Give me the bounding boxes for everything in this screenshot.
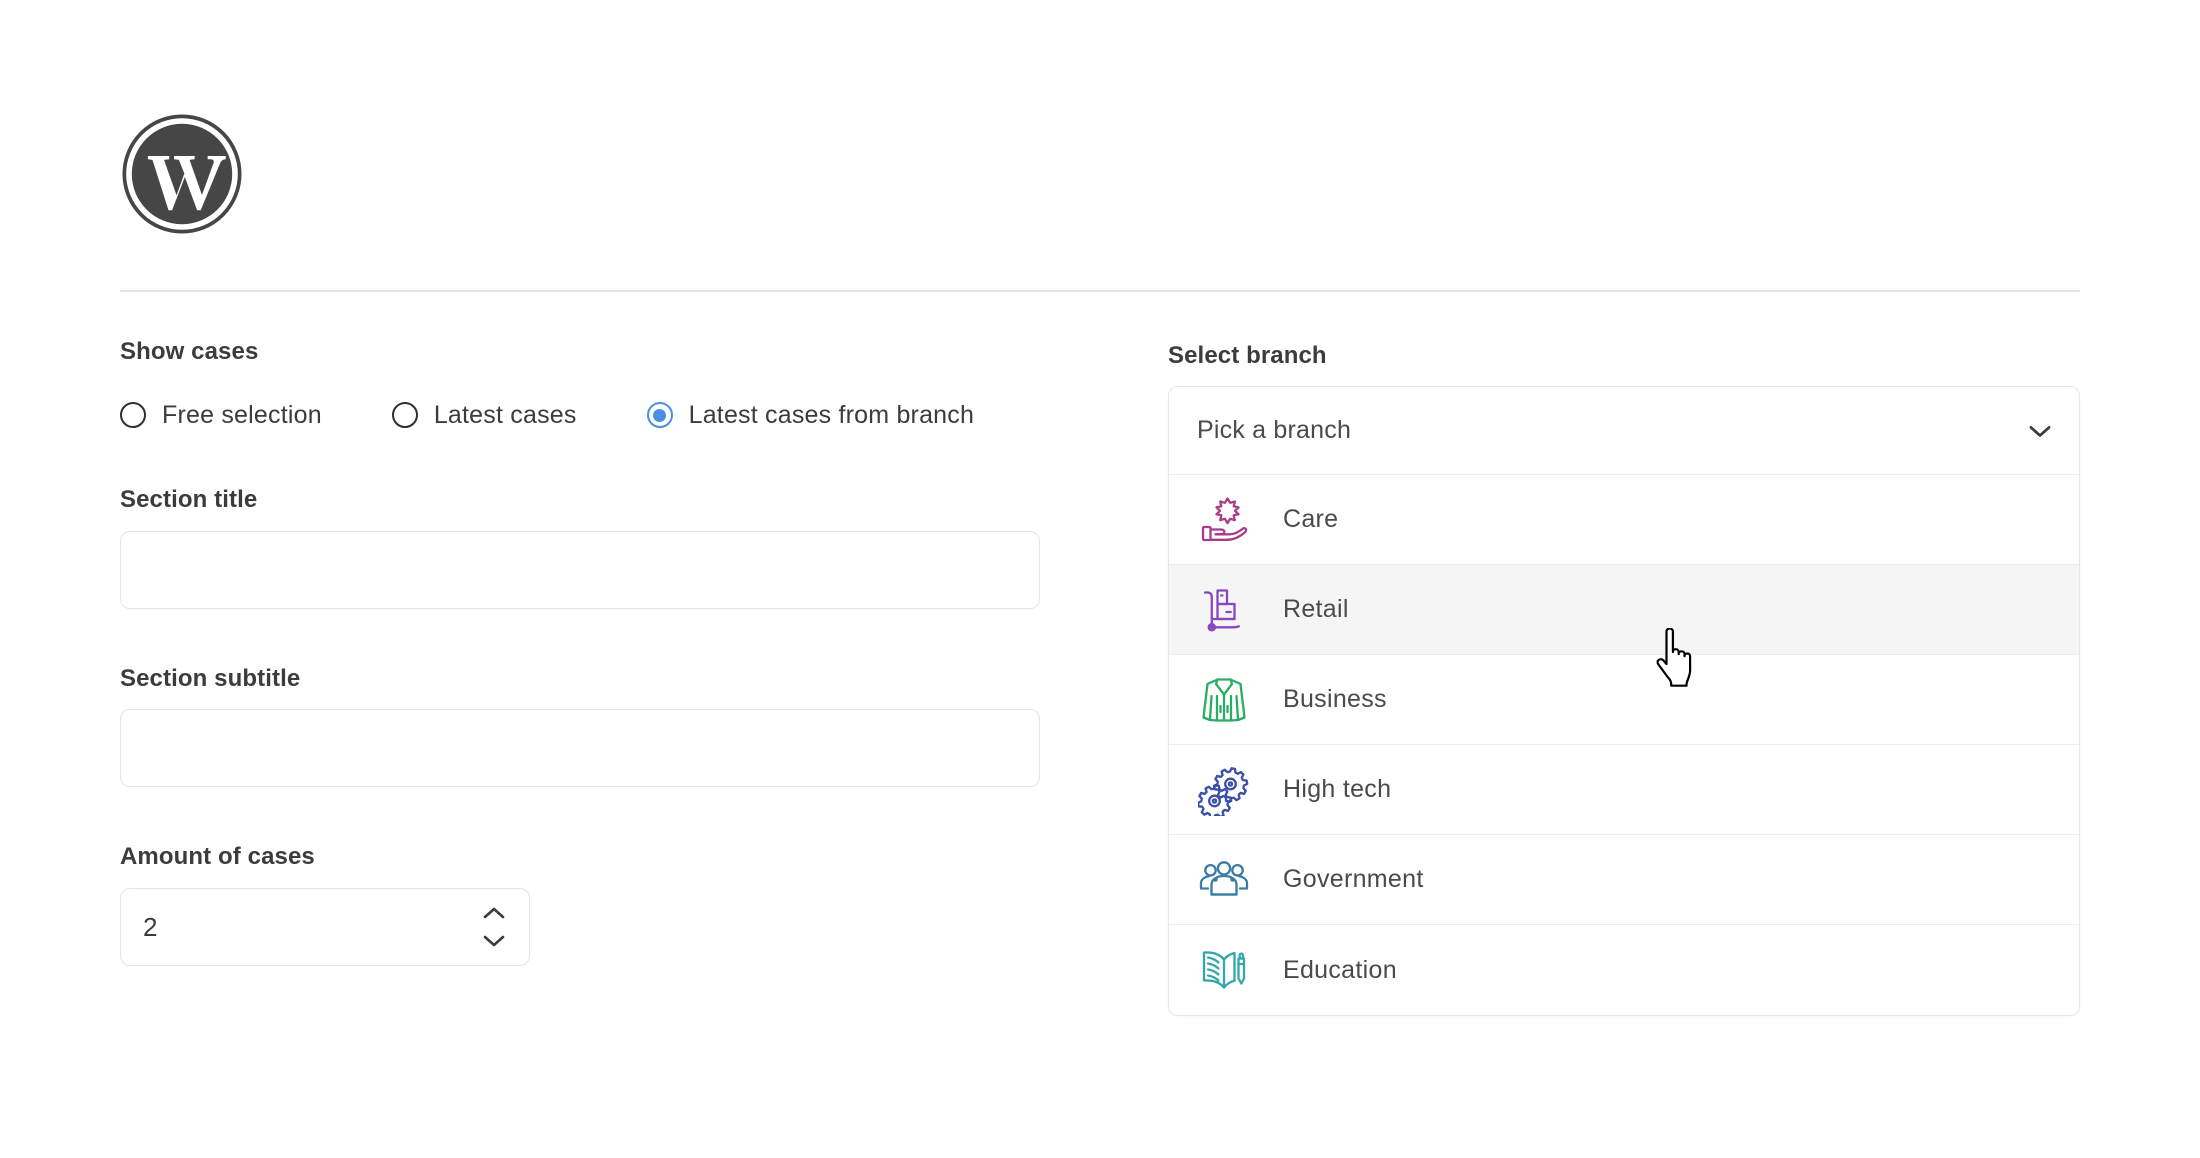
branch-option-label: High tech: [1283, 775, 1392, 803]
section-subtitle-input[interactable]: [120, 709, 1040, 788]
radio-label-free-selection: Free selection: [162, 400, 322, 429]
radio-mark-latest-cases-from-branch[interactable]: [646, 402, 673, 429]
radio-latest-cases[interactable]: Latest cases: [391, 400, 577, 430]
branch-select-placeholder: Pick a branch: [1197, 416, 1352, 444]
chevron-up-icon: [483, 907, 505, 919]
branch-select-panel: Pick a branch Care Retail Business High …: [1168, 386, 2080, 1016]
radio-label-latest-cases-from-branch: Latest cases from branch: [688, 400, 975, 429]
people-group-icon: [1197, 853, 1251, 907]
branch-option-label: Business: [1283, 685, 1387, 713]
section-title-input[interactable]: [120, 530, 1040, 609]
branch-option-high-tech[interactable]: High tech: [1169, 745, 2079, 835]
branch-select-trigger[interactable]: Pick a branch: [1169, 387, 2079, 475]
chevron-down-icon: [2029, 425, 2051, 437]
branch-option-label: Care: [1283, 505, 1339, 533]
branch-option-government[interactable]: Government: [1169, 835, 2079, 925]
radio-mark-latest-cases[interactable]: [391, 402, 418, 429]
book-pencil-icon: [1197, 943, 1251, 997]
branch-option-care[interactable]: Care: [1169, 475, 2079, 565]
hand-medical-star-icon: [1197, 493, 1251, 547]
show-cases-label: Show cases: [120, 338, 259, 365]
branch-option-education[interactable]: Education: [1169, 925, 2079, 1015]
show-cases-radio-group: Free selection Latest cases Latest cases…: [120, 401, 1050, 430]
branch-option-label: Government: [1283, 865, 1424, 893]
section-subtitle-field: Section subtitle: [120, 665, 1050, 788]
chevron-down-icon: [483, 935, 505, 947]
section-subtitle-label: Section subtitle: [120, 664, 301, 692]
right-settings-column: Select branch Pick a branch Care Retail …: [1168, 342, 2080, 1016]
left-settings-column: Show cases Free selection Latest cases L…: [120, 338, 1050, 967]
branch-option-label: Education: [1283, 955, 1397, 984]
radio-mark-free-selection[interactable]: [120, 402, 146, 429]
radio-free-selection[interactable]: Free selection: [120, 401, 322, 430]
section-title-label: Section title: [120, 485, 258, 513]
radio-latest-cases-from-branch[interactable]: Latest cases from branch: [646, 400, 975, 430]
page-root: Show cases Free selection Latest cases L…: [0, 0, 2200, 1158]
select-branch-label: Select branch: [1168, 342, 1327, 369]
amount-of-cases-input[interactable]: [121, 889, 529, 966]
header-divider: [120, 290, 2080, 292]
section-title-field: Section title: [120, 486, 1050, 609]
gears-icon: [1197, 763, 1251, 817]
amount-of-cases-label: Amount of cases: [120, 843, 315, 871]
amount-of-cases-stepper[interactable]: [120, 888, 530, 967]
branch-option-business[interactable]: Business: [1169, 655, 2079, 745]
radio-label-latest-cases: Latest cases: [433, 400, 577, 429]
hand-truck-icon: [1197, 583, 1251, 637]
amount-of-cases-field: Amount of cases: [120, 843, 1050, 967]
suit-jacket-icon: [1197, 673, 1251, 727]
branch-option-retail[interactable]: Retail: [1169, 565, 2079, 655]
wordpress-logo-icon: [120, 112, 244, 236]
branch-option-label: Retail: [1283, 595, 1349, 623]
stepper-arrows[interactable]: [481, 905, 507, 949]
